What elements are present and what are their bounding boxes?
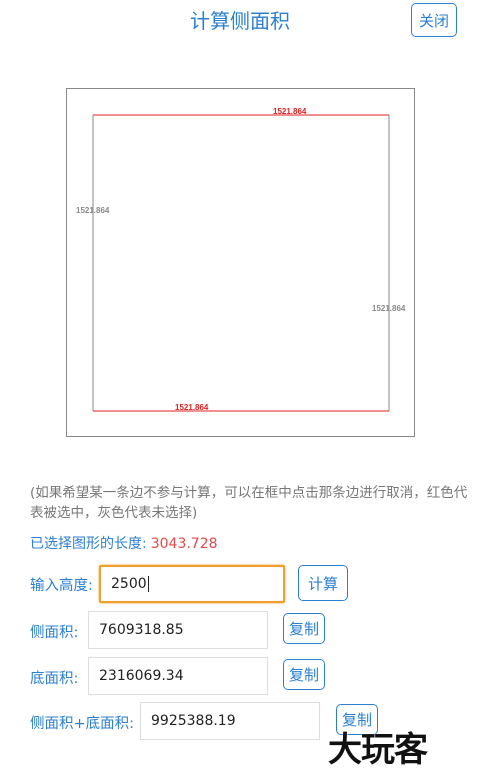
- selected-length-label: 已选择图形的长度:: [30, 536, 147, 552]
- calculate-button[interactable]: 计算: [298, 565, 348, 601]
- base-area-label: 底面积:: [30, 671, 79, 687]
- shape-canvas[interactable]: 1521.864 1521.864 1521.864 1521.864: [66, 88, 415, 437]
- close-button[interactable]: 关闭: [411, 3, 457, 37]
- height-input[interactable]: 2500: [99, 565, 285, 603]
- page-title: 计算侧面积: [190, 9, 290, 33]
- hint-text: (如果希望某一条边不参与计算，可以在框中点击那条边进行取消，红色代表被选中，灰色…: [30, 485, 468, 521]
- total-area-field[interactable]: 9925388.19: [140, 702, 320, 740]
- base-area-field[interactable]: 2316069.34: [88, 657, 268, 695]
- selected-length: 已选择图形的长度: 3043.728: [30, 533, 218, 553]
- selected-length-value: 3043.728: [150, 536, 218, 552]
- side-area-value: 7609318.85: [99, 622, 184, 638]
- watermark-logo: 大玩客: [328, 730, 428, 770]
- total-area-value: 9925388.19: [151, 713, 236, 729]
- side-area-label: 侧面积:: [30, 625, 79, 641]
- edge-label-right: 1521.864: [372, 304, 406, 313]
- edge-label-left: 1521.864: [76, 206, 110, 215]
- text-caret: [147, 576, 149, 592]
- height-label: 输入高度:: [30, 578, 93, 594]
- side-area-field[interactable]: 7609318.85: [88, 611, 268, 649]
- copy-base-area-button[interactable]: 复制: [283, 659, 325, 690]
- edge-label-top: 1521.864: [273, 107, 307, 116]
- total-area-label: 侧面积+底面积:: [30, 716, 135, 732]
- copy-side-area-button[interactable]: 复制: [283, 613, 325, 644]
- height-input-value: 2500: [111, 576, 147, 592]
- edge-label-bottom: 1521.864: [175, 403, 209, 412]
- shape-svg: [92, 114, 390, 412]
- base-area-value: 2316069.34: [99, 668, 184, 684]
